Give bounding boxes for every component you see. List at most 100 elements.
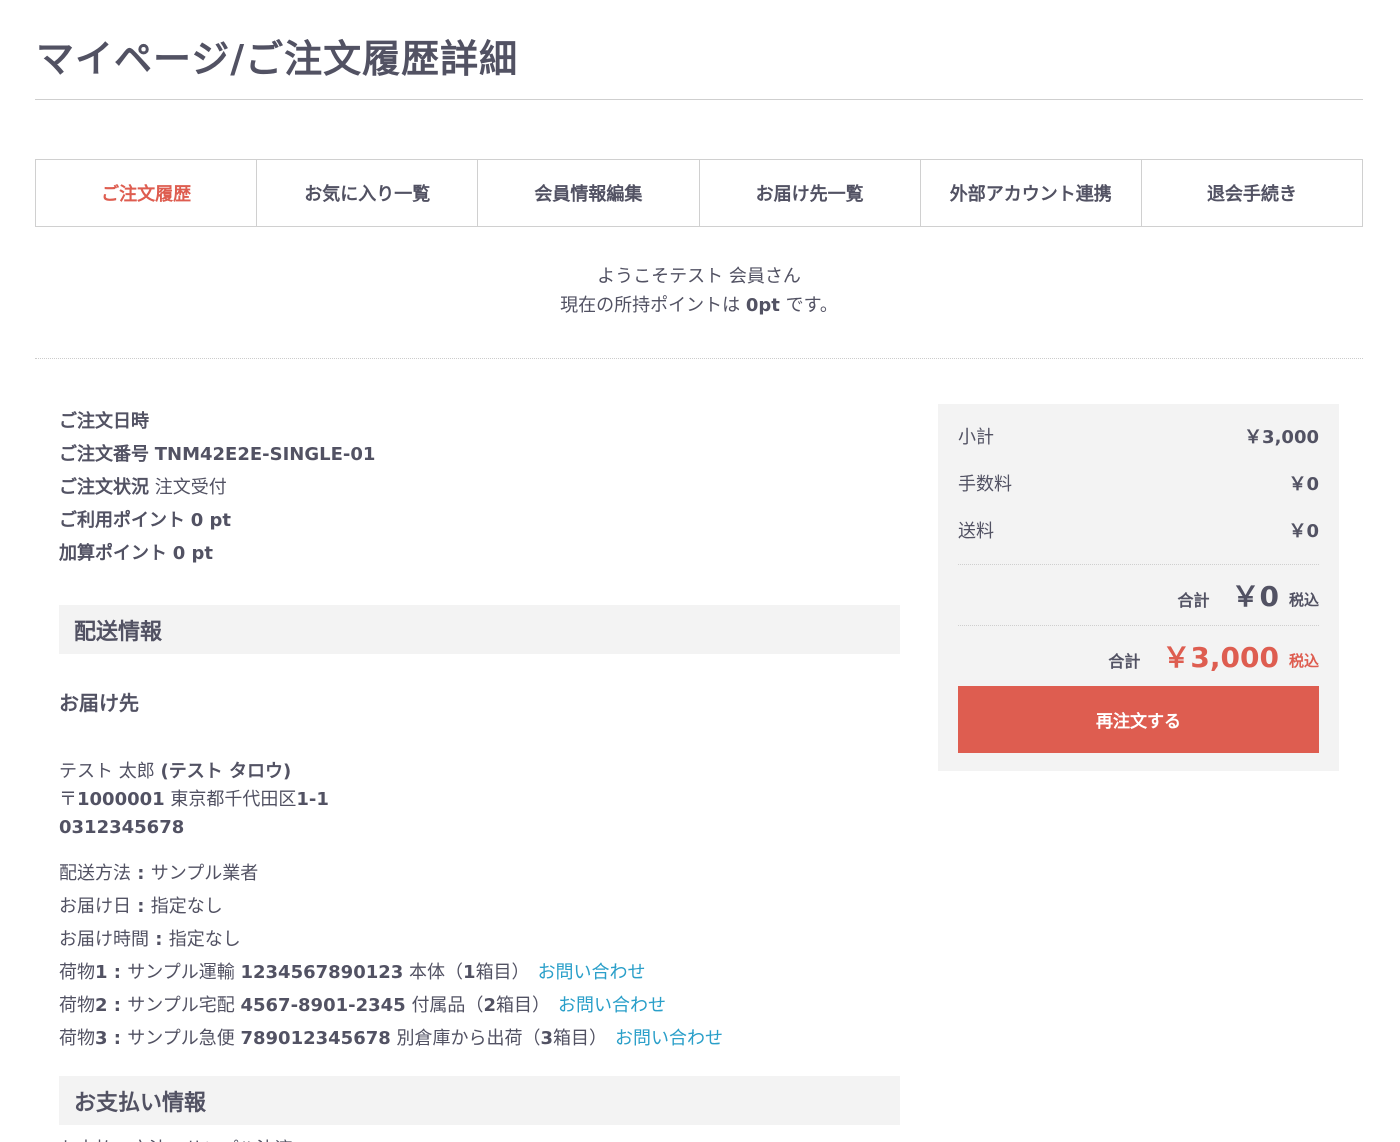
box-number: 3 <box>540 1028 554 1049</box>
address-text: 東京都千代田区 <box>170 789 297 810</box>
tracking-number: 1234567890123 <box>240 962 404 983</box>
delivery-date: お届け日 : 指定なし <box>59 896 223 917</box>
reorder-button[interactable]: 再注文する <box>958 686 1319 753</box>
tab-delivery-list[interactable]: お届け先一覧 <box>698 160 920 226</box>
inquiry-link[interactable]: お問い合わせ <box>615 1028 723 1049</box>
welcome-divider <box>35 358 1363 359</box>
package-carrier: サンプル急便 <box>127 1028 235 1049</box>
used-points-label: ご利用ポイント <box>59 510 185 531</box>
points-prefix: 現在の所持ポイントは <box>560 295 746 316</box>
recipient-kana: (テスト タロウ) <box>160 761 292 782</box>
package-desc: 本体 <box>409 962 446 983</box>
tracking-number: 4567-8901-2345 <box>240 995 406 1016</box>
address-number: 1-1 <box>296 789 329 810</box>
package-carrier: サンプル運輸 <box>127 962 235 983</box>
fee-label: 手数料 <box>958 473 1012 495</box>
delivery-section-heading: 配送情報 <box>59 605 900 654</box>
tab-order-history[interactable]: ご注文履歴 <box>36 160 256 226</box>
shipping-method: 配送方法 : サンプル業者 <box>59 863 259 884</box>
package-row: 荷物3 : サンプル急便 789012345678 別倉庫から出荷（3箱目） お問… <box>59 1028 724 1049</box>
points-message: 現在の所持ポイントは 0pt です。 <box>35 291 1363 320</box>
subtotal-value: ￥3,000 <box>1244 426 1319 448</box>
subtotal-label: 小計 <box>958 426 994 448</box>
order-status: ご注文状況 注文受付 <box>59 471 900 504</box>
tab-favorites[interactable]: お気に入り一覧 <box>256 160 477 226</box>
package-row: 荷物1 : サンプル運輸 1234567890123 本体（1箱目） お問い合わせ <box>59 962 646 983</box>
shipping-fee-value: ￥0 <box>1288 520 1319 542</box>
postal-mark: 〒 <box>59 789 77 810</box>
shipping-method-value: サンプル業者 <box>150 863 259 884</box>
added-points-value: 0 pt <box>172 543 214 564</box>
points-suffix: です。 <box>779 295 838 316</box>
delivery-time-label: お届け時間 <box>59 929 149 950</box>
box-open: （ <box>445 962 464 983</box>
box-open: （ <box>465 995 484 1016</box>
tab-member-edit[interactable]: 会員情報編集 <box>477 160 698 226</box>
grand-total-label: 合計 <box>1108 652 1141 671</box>
package-prefix: 荷物 <box>59 962 95 983</box>
added-points-label: 加算ポイント <box>59 543 167 564</box>
mypage-nav: ご注文履歴 お気に入り一覧 会員情報編集 お届け先一覧 外部アカウント連携 退会… <box>35 159 1363 227</box>
delivery-time-value: 指定なし <box>168 929 241 950</box>
tab-external-accounts[interactable]: 外部アカウント連携 <box>919 160 1141 226</box>
box-close: 箱目） <box>495 995 550 1016</box>
order-status-value: 注文受付 <box>154 477 227 498</box>
order-number-label: ご注文番号 <box>59 444 149 465</box>
used-points-value: 0 pt <box>190 510 232 531</box>
inquiry-link[interactable]: お問い合わせ <box>558 995 666 1016</box>
package-number: 1 <box>95 962 108 983</box>
delivery-date-label: お届け日 <box>59 896 131 917</box>
total-tax-label: 税込 <box>1288 590 1319 609</box>
shipping-method-label: 配送方法 <box>59 863 131 884</box>
order-detail-main: ご注文日時 ご注文番号 TNM42E2E-SINGLE-01 ご注文状況 注文受… <box>59 405 900 1142</box>
tracking-number: 789012345678 <box>240 1028 391 1049</box>
welcome-message: ようこそテスト 会員さん 現在の所持ポイントは 0pt です。 <box>35 262 1363 320</box>
order-status-label: ご注文状況 <box>59 477 149 498</box>
shipping-fee-row: 送料 ￥0 <box>958 506 1319 553</box>
grand-total-row: 合計 ￥3,000 税込 <box>958 626 1319 686</box>
box-open: （ <box>522 1028 541 1049</box>
order-date-label: ご注文日時 <box>59 411 149 432</box>
page-title: マイページ/ご注文履歴詳細 <box>36 37 519 81</box>
total-label: 合計 <box>1177 591 1210 610</box>
order-number-value: TNM42E2E-SINGLE-01 <box>154 444 376 465</box>
shipping-fee-label: 送料 <box>958 520 994 542</box>
order-number: ご注文番号 TNM42E2E-SINGLE-01 <box>59 438 900 471</box>
fee-value: ￥0 <box>1288 473 1319 495</box>
used-points: ご利用ポイント 0 pt <box>59 504 900 537</box>
package-desc: 付属品 <box>411 995 466 1016</box>
total-row: 合計 ￥0 税込 <box>958 565 1319 625</box>
box-close: 箱目） <box>553 1028 608 1049</box>
recipient-phone: 0312345678 <box>59 814 900 842</box>
recipient-name: テスト 太郎 (テスト タロウ) <box>59 758 900 786</box>
added-points: 加算ポイント 0 pt <box>59 537 900 570</box>
grand-total-tax-label: 税込 <box>1288 651 1319 670</box>
box-close: 箱目） <box>475 962 530 983</box>
postal-code: 1000001 <box>77 789 165 810</box>
title-divider <box>35 99 1363 100</box>
order-summary: 小計 ￥3,000 手数料 ￥0 送料 ￥0 合計 ￥0 税込 合計 ￥3,000 税込 再注… <box>938 404 1339 771</box>
recipient-fullname: テスト 太郎 <box>59 761 155 782</box>
package-number: 2 <box>95 995 108 1016</box>
shipping-details: 配送方法 : サンプル業者 お届け日 : 指定なし お届け時間 : 指定なし 荷… <box>59 857 900 1055</box>
grand-total-value: ￥3,000 <box>1162 641 1279 674</box>
payment-method: お支払い方法：サンプル決済 <box>59 1133 900 1142</box>
box-number: 2 <box>483 995 496 1016</box>
package-prefix: 荷物 <box>59 1028 95 1049</box>
box-number: 1 <box>463 962 476 983</box>
tab-withdraw[interactable]: 退会手続き <box>1140 160 1362 226</box>
package-prefix: 荷物 <box>59 995 95 1016</box>
payment-section-heading: お支払い情報 <box>59 1076 900 1125</box>
inquiry-link[interactable]: お問い合わせ <box>538 962 646 983</box>
welcome-greeting: ようこそテスト 会員さん <box>597 266 801 287</box>
fee-row: 手数料 ￥0 <box>958 459 1319 506</box>
points-value: 0pt <box>745 295 780 316</box>
total-value: ￥0 <box>1231 580 1279 613</box>
delivery-time: お届け時間 : 指定なし <box>59 929 241 950</box>
destination-heading: お届け先 <box>59 691 139 715</box>
package-carrier: サンプル宅配 <box>127 995 235 1016</box>
package-desc: 別倉庫から出荷 <box>396 1028 523 1049</box>
phone-number: 0312345678 <box>59 817 185 838</box>
package-row: 荷物2 : サンプル宅配 4567-8901-2345 付属品（2箱目） お問い合… <box>59 995 666 1016</box>
destination-address: テスト 太郎 (テスト タロウ) 〒1000001 東京都千代田区1-1 031… <box>59 758 900 842</box>
